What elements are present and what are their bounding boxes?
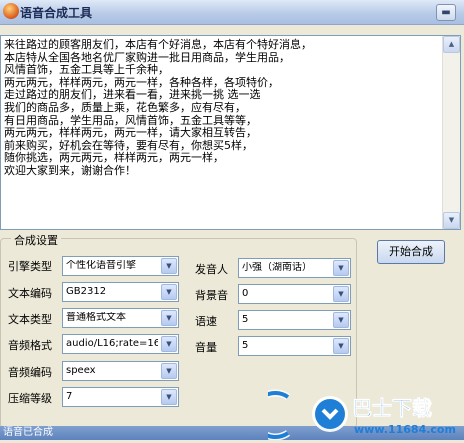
scroll-up-icon[interactable]: ▲ [443,36,460,53]
minimize-button[interactable]: ▬ [436,4,456,21]
group-title: 合成设置 [11,232,61,248]
chevron-down-icon[interactable]: ▼ [161,336,177,352]
text-encoding-label: 文本编码 [8,287,52,300]
speech-speed-label: 语速 [195,315,217,328]
window-title: 语音合成工具 [20,6,93,20]
engine-type-select[interactable]: 个性化语音引擎 ▼ [62,256,179,276]
text-input[interactable]: 来往路过的顾客朋友们，本店有个好消息，本店有个特好消息， 本店特从全国各地名优厂… [1,36,444,229]
chevron-down-icon[interactable]: ▼ [161,284,177,300]
site-watermark-logo: 巴士下载 www.11684.com [249,383,464,441]
svg-text:www.11684.com: www.11684.com [354,423,456,436]
chevron-down-icon[interactable]: ▼ [333,312,349,328]
title-bar: 语音合成工具 ▬ [0,0,464,25]
chevron-down-icon[interactable]: ▼ [333,338,349,354]
chevron-down-icon[interactable]: ▼ [161,258,177,274]
speaker-select[interactable]: 小强（湖南话） ▼ [238,258,351,278]
speaker-value: 小强（湖南话） [242,262,312,273]
engine-type-label: 引擎类型 [8,260,52,273]
volume-select[interactable]: 5 ▼ [238,336,351,356]
volume-value: 5 [242,340,249,351]
chevron-down-icon[interactable]: ▼ [333,260,349,276]
chevron-down-icon[interactable]: ▼ [161,389,177,405]
text-encoding-value: GB2312 [66,286,107,297]
speaker-label: 发音人 [195,263,228,276]
text-type-value: 普通格式文本 [66,312,126,323]
scroll-down-icon[interactable]: ▼ [443,212,460,229]
audio-codec-value: speex [66,365,96,376]
text-encoding-select[interactable]: GB2312 ▼ [62,282,179,302]
volume-label: 音量 [195,341,217,354]
text-type-label: 文本类型 [8,313,52,326]
chevron-down-icon[interactable]: ▼ [333,286,349,302]
background-sound-label: 背景音 [195,289,228,302]
chevron-down-icon[interactable]: ▼ [161,310,177,326]
audio-codec-label: 音频编码 [8,366,52,379]
app-icon [3,3,19,19]
engine-type-value: 个性化语音引擎 [66,260,136,271]
compression-level-value: 7 [66,391,73,402]
chevron-down-icon[interactable]: ▼ [161,363,177,379]
audio-format-label: 音频格式 [8,339,52,352]
background-sound-value: 0 [242,288,249,299]
speech-speed-select[interactable]: 5 ▼ [238,310,351,330]
start-synthesis-button[interactable]: 开始合成 [377,240,445,264]
svg-text:巴士下载: 巴士下载 [352,396,432,420]
audio-codec-select[interactable]: speex ▼ [62,361,179,381]
text-input-container: 来往路过的顾客朋友们，本店有个好消息，本店有个特好消息， 本店特从全国各地名优厂… [0,35,461,230]
compression-level-select[interactable]: 7 ▼ [62,387,179,407]
background-sound-select[interactable]: 0 ▼ [238,284,351,304]
audio-format-value: audio/L16;rate=16000 [66,338,158,349]
text-type-select[interactable]: 普通格式文本 ▼ [62,308,179,328]
status-text: 语音已合成 [3,427,53,438]
audio-format-select[interactable]: audio/L16;rate=16000 ▼ [62,334,179,354]
vertical-scrollbar[interactable]: ▲ ▼ [442,36,460,229]
compression-level-label: 压缩等级 [8,392,52,405]
speech-speed-value: 5 [242,314,249,325]
